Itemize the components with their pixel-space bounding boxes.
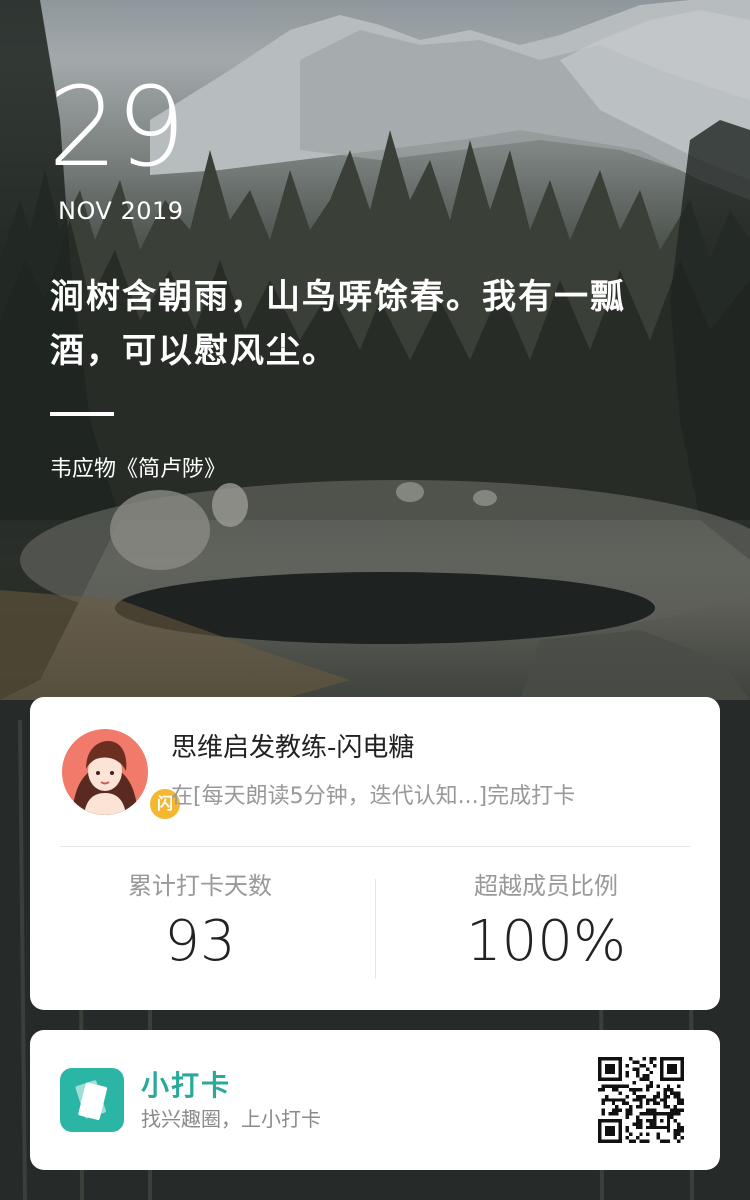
brand-name: 小打卡	[141, 1069, 232, 1102]
date-month-year: NOV 2019	[58, 197, 184, 225]
poem-divider	[50, 412, 114, 416]
poem-line-2: 酒，可以慰风尘。	[50, 331, 338, 371]
user-checkin-card: 闪 思维启发教练-闪电糖 在[每天朗读5分钟，迭代认知...]完成打卡 累计打卡…	[30, 697, 720, 1010]
stat-surpass-ratio-label: 超越成员比例	[474, 872, 618, 900]
card-stack-icon	[60, 1068, 124, 1132]
user-name[interactable]: 思维启发教练-闪电糖	[171, 731, 414, 765]
poem-text: 涧树含朝雨，山鸟哢馀春。我有一瓢 酒，可以慰风尘。	[50, 270, 690, 378]
stat-total-days: 累计打卡天数 93	[50, 869, 350, 975]
stat-surpass-ratio: 超越成员比例 100%	[396, 869, 696, 975]
date-day: 29	[48, 63, 186, 191]
qr-code[interactable]	[598, 1057, 684, 1143]
poem-line-1: 涧树含朝雨，山鸟哢馀春。我有一瓢	[50, 277, 626, 317]
stat-divider	[375, 879, 376, 979]
checkin-status-text: 在[每天朗读5分钟，迭代认知...]完成打卡	[171, 784, 576, 809]
poem-source: 韦应物《简卢陟》	[50, 457, 227, 482]
card-divider	[60, 846, 690, 847]
avatar-illustration	[62, 729, 148, 815]
brand-card: 小打卡 找兴趣圈，上小打卡	[30, 1030, 720, 1170]
brand-slogan: 找兴趣圈，上小打卡	[141, 1107, 321, 1131]
avatar[interactable]: 闪	[62, 729, 182, 821]
stat-total-days-label: 累计打卡天数	[128, 872, 272, 900]
stat-surpass-ratio-value: 100%	[465, 909, 627, 974]
stat-total-days-value: 93	[164, 909, 236, 974]
check-in-poster: 29 NOV 2019 涧树含朝雨，山鸟哢馀春。我有一瓢 酒，可以慰风尘。 韦应…	[0, 0, 750, 1200]
